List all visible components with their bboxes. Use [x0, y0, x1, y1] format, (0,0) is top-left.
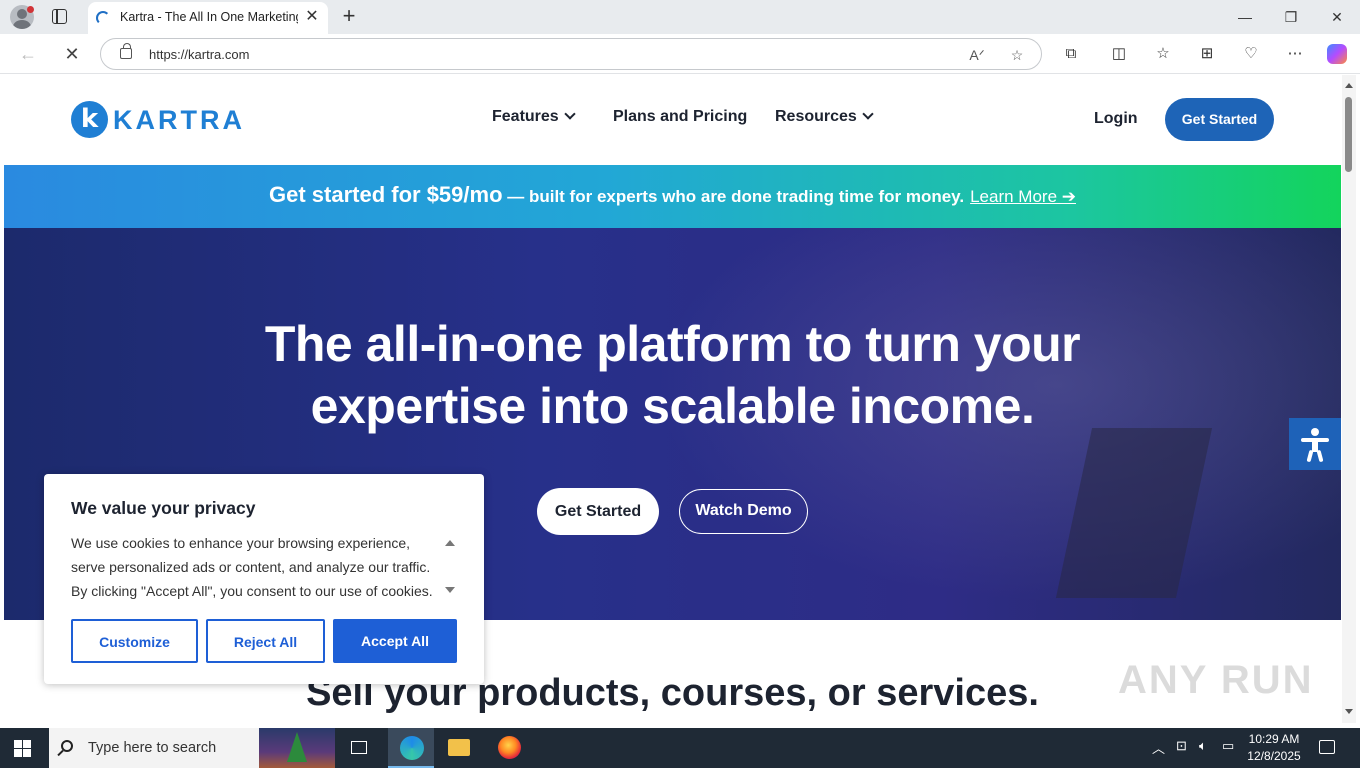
back-arrow-icon[interactable]: ← — [16, 42, 40, 66]
browser-toolbar: ← ✕ https://kartra.com Aᐟ ☆ ⧉ ◫ ☆ ⊞ ♡ ⋯ — [0, 34, 1360, 74]
accessibility-icon-leg — [1306, 449, 1314, 463]
file-explorer-icon[interactable] — [448, 739, 470, 756]
scroll-up-icon[interactable] — [445, 540, 455, 546]
chevron-down-icon — [564, 108, 576, 120]
anyrun-watermark: ANY RUN — [1118, 658, 1314, 702]
volume-icon[interactable]: 🔈︎ — [1199, 738, 1207, 754]
hero-title-line1: The all-in-one platform to turn your — [264, 316, 1081, 372]
browser-tab-kartra[interactable]: Kartra - The All In One Marketing ✕ — [88, 2, 328, 34]
tab-title: Kartra - The All In One Marketing — [120, 10, 298, 24]
cookie-text: We use cookies to enhance your browsing … — [71, 535, 433, 599]
hero-title-line2: expertise into scalable income. — [310, 378, 1035, 434]
collections-icon[interactable]: ⊞ — [1197, 44, 1217, 64]
scrollbar-thumb[interactable] — [1345, 97, 1352, 172]
hero-title: The all-in-one platform to turn your exp… — [4, 313, 1341, 437]
login-link[interactable]: Login — [1094, 110, 1138, 128]
accessibility-icon — [1311, 428, 1319, 436]
favorite-star-icon[interactable]: ☆ — [1007, 45, 1027, 65]
chevron-down-icon — [862, 108, 874, 120]
minimize-button[interactable]: — — [1222, 0, 1268, 34]
clock-date: 12/8/2025 — [1247, 749, 1301, 763]
extensions-icon[interactable]: ⧉ — [1061, 44, 1081, 64]
nav-resources[interactable]: Resources — [775, 108, 874, 126]
page-scrollbar[interactable] — [1342, 75, 1356, 723]
nav-features-label: Features — [492, 108, 559, 125]
banner-learn-more-link[interactable]: Learn More ➔ — [970, 187, 1076, 206]
watch-demo-button[interactable]: Watch Demo — [679, 489, 808, 534]
nav-resources-label: Resources — [775, 108, 857, 125]
address-bar[interactable]: https://kartra.com Aᐟ ☆ — [100, 38, 1042, 70]
site-header: k KARTRA Features Plans and Pricing Reso… — [4, 75, 1341, 165]
scroll-down-icon[interactable] — [445, 587, 455, 593]
url-text[interactable]: https://kartra.com — [149, 47, 249, 62]
accessibility-button[interactable] — [1289, 418, 1341, 470]
browser-titlebar: Kartra - The All In One Marketing ✕ + — … — [0, 0, 1360, 34]
scroll-up-arrow-icon[interactable] — [1345, 83, 1353, 88]
meet-now-icon[interactable]: ⊡ — [1176, 738, 1187, 754]
loading-spinner-icon — [96, 11, 110, 25]
profile-notification-dot — [27, 6, 34, 13]
logo-text: KARTRA — [113, 105, 245, 135]
customize-button[interactable]: Customize — [71, 619, 198, 663]
favorites-icon[interactable]: ☆ — [1153, 44, 1173, 64]
clock-time: 10:29 AM — [1248, 732, 1300, 746]
search-highlight-image — [259, 728, 335, 768]
restore-button[interactable]: ❐ — [1268, 0, 1314, 34]
nav-plans-pricing[interactable]: Plans and Pricing — [613, 108, 747, 126]
tab-actions-icon[interactable] — [52, 9, 67, 24]
copilot-icon[interactable] — [1327, 44, 1347, 64]
promo-banner: Get started for $59/mo — built for exper… — [4, 165, 1341, 228]
close-window-button[interactable]: ✕ — [1314, 0, 1360, 34]
search-icon — [61, 740, 73, 752]
scroll-down-arrow-icon[interactable] — [1345, 709, 1353, 714]
windows-taskbar: Type here to search ︿ ⊡ 🔈︎ ▭ 10:29 AM 12… — [0, 728, 1360, 768]
accessibility-icon-leg — [1316, 449, 1324, 463]
taskbar-search-box[interactable]: Type here to search — [49, 728, 335, 768]
banner-headline: Get started for $59/mo — [269, 182, 503, 207]
taskbar-clock[interactable]: 10:29 AM 12/8/2025 — [1240, 731, 1308, 765]
accept-all-button[interactable]: Accept All — [333, 619, 457, 663]
firefox-icon[interactable] — [498, 736, 521, 759]
browser-essentials-icon[interactable]: ♡ — [1241, 44, 1261, 64]
christmas-tree-icon — [287, 732, 307, 762]
lock-icon[interactable] — [120, 43, 132, 59]
tab-close-icon[interactable]: ✕ — [302, 7, 322, 27]
task-view-icon[interactable] — [351, 741, 367, 754]
show-hidden-icons-chevron-icon[interactable]: ︿ — [1152, 738, 1165, 757]
reject-all-button[interactable]: Reject All — [206, 619, 325, 663]
new-tab-button[interactable]: + — [338, 3, 360, 29]
stop-loading-icon[interactable]: ✕ — [60, 42, 84, 66]
header-get-started-button[interactable]: Get Started — [1165, 98, 1274, 141]
banner-text: — built for experts who are done trading… — [502, 187, 965, 206]
cookie-consent-dialog: We value your privacy We use cookies to … — [44, 474, 484, 684]
settings-more-icon[interactable]: ⋯ — [1285, 44, 1305, 64]
split-screen-icon[interactable]: ◫ — [1109, 44, 1129, 64]
read-aloud-icon[interactable]: Aᐟ — [967, 45, 987, 65]
logo-mark: k — [71, 101, 108, 138]
edge-browser-icon[interactable] — [400, 736, 424, 760]
network-icon[interactable]: ▭ — [1222, 738, 1234, 754]
cookie-title: We value your privacy — [71, 498, 256, 518]
taskbar-search-placeholder: Type here to search — [88, 740, 217, 756]
windows-start-icon[interactable] — [14, 740, 31, 757]
hero-get-started-button[interactable]: Get Started — [537, 488, 659, 535]
notifications-icon[interactable] — [1319, 740, 1335, 754]
nav-features[interactable]: Features — [492, 108, 576, 126]
